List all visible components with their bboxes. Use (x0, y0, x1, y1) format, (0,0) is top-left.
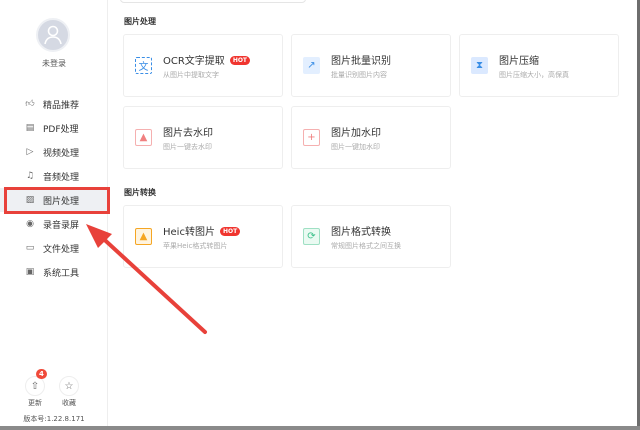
card-desc: 图片压缩大小，高保真 (499, 71, 569, 79)
sidebar-item-recommended[interactable]: 👍︎ 精品推荐 (0, 92, 108, 116)
sidebar-item-pdf[interactable]: ▤ PDF处理 (0, 116, 108, 140)
card-remove-watermark[interactable]: ▲ 图片去水印 图片一键去水印 (123, 106, 283, 169)
card-title: Heic转图片 (163, 227, 215, 238)
search-box[interactable] (120, 0, 306, 3)
login-status[interactable]: 未登录 (0, 58, 108, 69)
sidebar-item-audio[interactable]: ♫ 音频处理 (0, 164, 108, 188)
card-title: 图片加水印 (331, 128, 381, 139)
folder-icon: ▭ (25, 243, 35, 253)
card-title: 图片去水印 (163, 128, 213, 139)
card-title: 图片格式转换 (331, 227, 391, 238)
record-icon: ◉ (26, 219, 34, 229)
card-title: OCR文字提取 (163, 56, 225, 67)
user-icon (44, 25, 62, 45)
section-title: 图片处理 (124, 17, 156, 26)
card-desc: 图片一键加水印 (331, 143, 380, 151)
card-batch-recognize[interactable]: ↗ 图片批量识别 批量识别图片内容 (291, 34, 451, 97)
card-desc: 常规图片格式之间互换 (331, 242, 401, 250)
image-icon: ▨ (25, 195, 35, 205)
sidebar: 未登录 👍︎ 精品推荐 ▤ PDF处理 ▷ 视频处理 ♫ 音频处理 ▨ 图片处理 ◉ 录音录… (0, 0, 108, 426)
sidebar-nav: 👍︎ 精品推荐 ▤ PDF处理 ▷ 视频处理 ♫ 音频处理 ▨ 图片处理 ◉ 录音录屏 ▭ 文… (0, 92, 108, 284)
card-compress[interactable]: ⧗ 图片压缩 图片压缩大小，高保真 (459, 34, 619, 97)
sidebar-item-label: PDF处理 (43, 124, 79, 135)
card-desc: 批量识别图片内容 (331, 71, 387, 79)
update-label[interactable]: 更新 (20, 398, 50, 408)
sidebar-item-label: 系统工具 (43, 268, 80, 279)
compress-icon: ⧗ (471, 57, 488, 74)
sidebar-item-system[interactable]: ▣ 系统工具 (0, 260, 108, 284)
sidebar-item-label: 文件处理 (43, 244, 80, 255)
card-ocr[interactable]: 文 OCR文字提取 HOT 从图片中提取文字 (123, 34, 283, 97)
section-title: 图片转换 (124, 188, 156, 197)
ocr-icon: 文 (135, 57, 152, 74)
monitor-icon: ▣ (25, 267, 35, 277)
card-heic[interactable]: ▲ Heic转图片 HOT 苹果Heic格式转图片 (123, 205, 283, 268)
star-icon: ☆ (64, 380, 74, 392)
sidebar-item-image[interactable]: ▨ 图片处理 (0, 188, 108, 212)
hot-badge: HOT (219, 227, 241, 236)
sidebar-item-video[interactable]: ▷ 视频处理 (0, 140, 108, 164)
music-icon: ♫ (25, 171, 35, 181)
avatar[interactable] (36, 18, 70, 52)
sidebar-item-label: 录音录屏 (43, 220, 80, 231)
card-title: 图片批量识别 (331, 56, 391, 67)
version-text: 版本号:1.22.8.171 (23, 415, 85, 423)
card-desc: 从图片中提取文字 (163, 71, 219, 79)
taskbar-edge (0, 426, 640, 430)
favorite-label[interactable]: 收藏 (54, 398, 84, 408)
card-desc: 苹果Heic格式转图片 (163, 242, 228, 250)
thumbs-up-icon: 👍︎ (25, 99, 35, 109)
pdf-icon: ▤ (25, 123, 35, 133)
external-link-icon: ↗ (303, 57, 320, 74)
card-format-convert[interactable]: ⟳ 图片格式转换 常规图片格式之间互换 (291, 205, 451, 268)
card-desc: 图片一键去水印 (163, 143, 212, 151)
sidebar-item-label: 精品推荐 (43, 100, 80, 111)
hot-badge: HOT (229, 56, 251, 65)
update-badge: 4 (36, 369, 47, 379)
add-watermark-icon: + (303, 129, 320, 146)
update-icon: ⇧ (30, 380, 40, 392)
favorite-button[interactable]: ☆ (59, 376, 79, 396)
sidebar-item-label: 音频处理 (43, 172, 80, 183)
remove-watermark-icon: ▲ (135, 129, 152, 146)
sidebar-item-label: 图片处理 (43, 196, 80, 207)
update-button[interactable]: ⇧ (25, 376, 45, 396)
heic-image-icon: ▲ (135, 228, 152, 245)
card-title: 图片压缩 (499, 56, 539, 67)
card-add-watermark[interactable]: + 图片加水印 图片一键加水印 (291, 106, 451, 169)
refresh-icon: ⟳ (303, 228, 320, 245)
video-icon: ▷ (26, 147, 34, 157)
sidebar-item-label: 视频处理 (43, 148, 80, 159)
sidebar-item-file[interactable]: ▭ 文件处理 (0, 236, 108, 260)
sidebar-item-record[interactable]: ◉ 录音录屏 (0, 212, 108, 236)
